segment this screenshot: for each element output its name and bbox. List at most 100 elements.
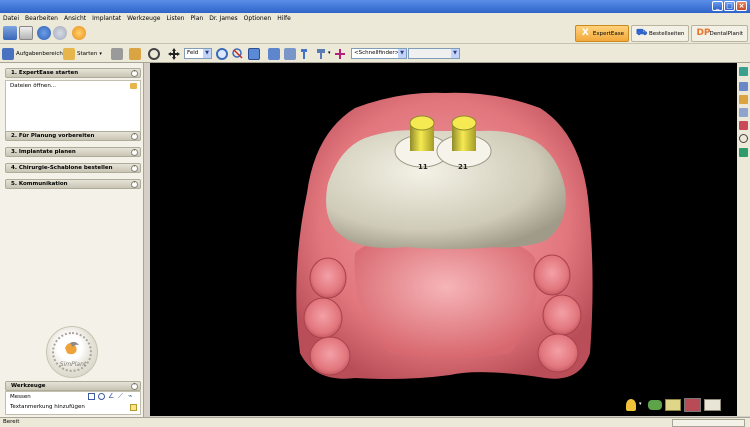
panel-header-order-guide[interactable]: 4. Chirurgie-Schablone bestellen ˅ <box>5 163 141 173</box>
menu-item-hilfe[interactable]: Hilfe <box>277 15 291 22</box>
refresh-icon[interactable] <box>739 134 748 143</box>
simplant-logo: SimPlant <box>46 326 98 378</box>
dental-model-render[interactable]: 11 21 <box>150 63 737 416</box>
guide-view-icon[interactable] <box>665 399 681 411</box>
starten-button[interactable]: Starten ▾ <box>63 47 102 60</box>
panel-title: 5. Kommunikation <box>11 181 68 187</box>
arch-view-icon[interactable] <box>704 399 721 411</box>
zoom-out-icon[interactable] <box>232 48 244 60</box>
measure-label: Messen <box>10 394 31 400</box>
export-icon[interactable] <box>739 148 748 157</box>
mode-expertease[interactable]: X ExpertEase <box>574 25 630 42</box>
mode-bestellseiten-label: Bestellseiten <box>649 30 685 37</box>
folder-icon <box>63 47 75 60</box>
open-icon[interactable] <box>129 48 141 60</box>
logo-text: SimPlant <box>59 361 87 368</box>
minimize-button[interactable]: _ <box>712 1 723 11</box>
panel-header-tools[interactable]: Werkzeuge ˄ <box>5 381 141 391</box>
mode-dentalplanit[interactable]: DP DentalPlanit <box>691 25 748 42</box>
chevron-up-icon[interactable]: ˄ <box>131 383 138 390</box>
angle-measure-icon[interactable]: ∠ <box>108 392 114 400</box>
book-icon[interactable] <box>739 121 748 130</box>
3d-viewport[interactable]: 11 21 <box>150 63 737 416</box>
pan-icon[interactable] <box>168 48 180 60</box>
chevron-down-icon: ▼ <box>203 49 211 58</box>
panel-header-communication[interactable]: 5. Kommunikation ˅ <box>5 179 141 189</box>
view-icon[interactable] <box>739 67 748 76</box>
chevron-up-icon[interactable]: ˄ <box>131 70 138 77</box>
window-controls: _ □ × <box>712 1 747 11</box>
zoom-icon[interactable] <box>216 48 228 60</box>
close-button[interactable]: × <box>736 1 747 11</box>
chevron-down-icon[interactable]: ▾ <box>639 401 642 407</box>
folder-icon[interactable] <box>739 95 748 104</box>
menu-item-bearbeiten[interactable]: Bearbeiten <box>25 15 58 22</box>
panel-header-prepare[interactable]: 2. Für Planung vorbereiten ˅ <box>5 131 141 141</box>
aufgabenbereich-button[interactable]: Aufgabenbereich <box>2 47 63 60</box>
menu-item-ansicht[interactable]: Ansicht <box>64 15 86 22</box>
print-icon[interactable] <box>19 26 33 40</box>
dentalplanit-icon: DP <box>696 28 711 38</box>
menu-item-datei[interactable]: Datei <box>3 15 19 22</box>
grid-icon[interactable] <box>284 48 296 60</box>
add-annotation-link[interactable]: Textanmerkung hinzufügen <box>10 404 85 410</box>
chevron-down-icon[interactable]: ˅ <box>131 149 138 156</box>
menu-item-optionen[interactable]: Optionen <box>244 15 272 22</box>
save-icon[interactable] <box>3 26 17 40</box>
book-icon[interactable] <box>111 48 123 60</box>
list-icon[interactable] <box>739 108 748 117</box>
task-sidebar: 1. ExpertEase starten ˄ Dateien öffnen..… <box>0 63 144 417</box>
model-view-icon[interactable] <box>648 400 662 410</box>
info-icon[interactable] <box>72 26 86 40</box>
secondary-select[interactable]: ▼ <box>408 48 460 59</box>
mode-bestellseiten[interactable]: ⛟ Bestellseiten <box>631 25 690 42</box>
menu-item-implantat[interactable]: Implantat <box>92 15 121 22</box>
layers-icon[interactable] <box>739 82 748 91</box>
screen-icon[interactable] <box>248 48 260 60</box>
circle-measure-icon[interactable] <box>98 393 105 400</box>
implant-icon[interactable] <box>298 48 310 60</box>
view-select-value: Feld <box>187 50 199 56</box>
menu-item-listen[interactable]: Listen <box>166 15 184 22</box>
mode-expertease-label: ExpertEase <box>592 30 625 37</box>
implant-view-icon[interactable] <box>626 399 636 411</box>
chevron-down-icon[interactable]: ˅ <box>131 181 138 188</box>
menu-item-dr-james[interactable]: Dr. James <box>209 15 237 22</box>
view-select[interactable]: Feld ▼ <box>184 48 212 59</box>
profile-measure-icon[interactable]: ⌁ <box>128 392 132 400</box>
menu-item-plan[interactable]: Plan <box>190 15 203 22</box>
rectangle-measure-icon[interactable] <box>88 393 95 400</box>
chevron-down-icon[interactable]: ˅ <box>131 133 138 140</box>
status-bar: Bereit <box>0 417 750 427</box>
mode-switcher: X ExpertEase ⛟ Bestellseiten DP DentalPl… <box>574 25 748 42</box>
panel-header-expertease-start[interactable]: 1. ExpertEase starten ˄ <box>5 68 141 78</box>
folder-icon[interactable] <box>130 83 137 89</box>
main-toolbar: X ExpertEase ⛟ Bestellseiten DP DentalPl… <box>0 23 750 44</box>
aufgabenbereich-label: Aufgabenbereich <box>16 50 63 57</box>
nerve-icon[interactable] <box>334 48 346 60</box>
implant-label-11: 11 <box>418 163 428 171</box>
chevron-down-icon: ▾ <box>99 50 102 57</box>
open-files-link[interactable]: Dateien öffnen... <box>10 83 56 89</box>
panel-header-plan-implants[interactable]: 3. Implantate planen ˅ <box>5 147 141 157</box>
panel-title: 1. ExpertEase starten <box>11 70 79 76</box>
starten-label: Starten <box>77 50 98 57</box>
jaw-view-icon[interactable] <box>684 398 701 412</box>
tools-panel-body: Messen ∠ ⟋ ⌁ Textanmerkung hinzufügen <box>5 391 141 415</box>
menu-item-werkzeuge[interactable]: Werkzeuge <box>127 15 160 22</box>
view-toolbar: ▾ <box>150 395 737 416</box>
rotate-icon[interactable] <box>148 48 160 60</box>
panel-title: 3. Implantate planen <box>11 149 76 155</box>
abutment-icon[interactable] <box>315 48 327 60</box>
note-icon[interactable] <box>130 404 137 411</box>
chevron-down-icon[interactable]: ˅ <box>131 165 138 172</box>
taskpane-icon <box>2 47 14 60</box>
distance-measure-icon[interactable]: ⟋ <box>118 392 123 401</box>
cart-icon: ⛟ <box>636 28 648 38</box>
layout-icon[interactable] <box>268 48 280 60</box>
chevron-down-icon[interactable]: ▾ <box>328 50 331 56</box>
maximize-button[interactable]: □ <box>724 1 735 11</box>
schnellfinder-select[interactable]: <Schnellfinder> ▼ <box>351 48 407 59</box>
undo-icon[interactable] <box>37 26 51 40</box>
redo-icon[interactable] <box>53 26 67 40</box>
